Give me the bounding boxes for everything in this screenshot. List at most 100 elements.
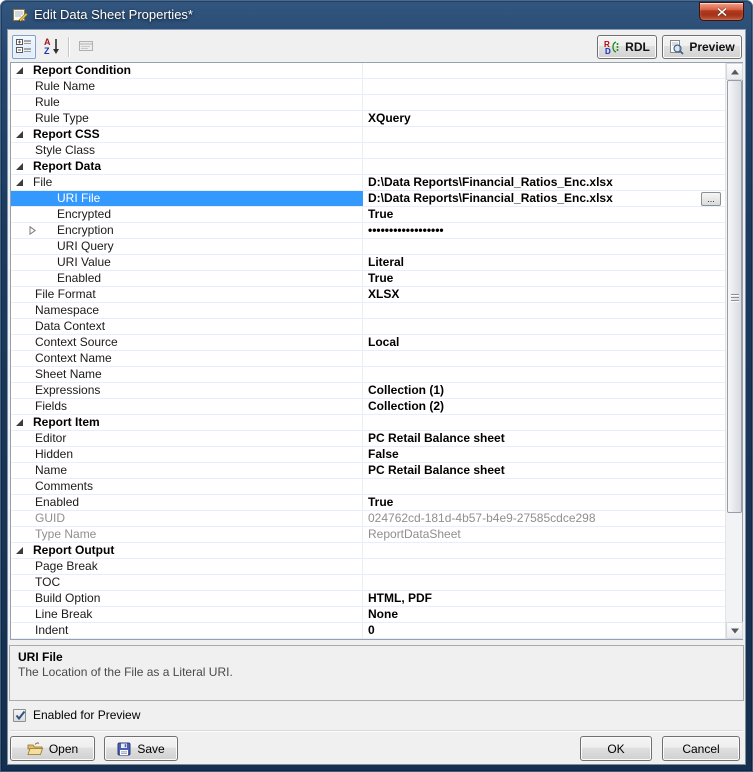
save-button[interactable]: Save xyxy=(104,736,178,761)
property-value-cell[interactable] xyxy=(364,559,725,574)
property-row-file[interactable]: FileD:\Data Reports\Financial_Ratios_Enc… xyxy=(11,175,725,191)
property-value-cell[interactable] xyxy=(364,95,725,110)
expander-expanded-icon[interactable] xyxy=(15,546,24,555)
property-value-cell[interactable]: Collection (2) xyxy=(364,399,725,414)
property-name-cell[interactable]: Indent xyxy=(11,623,363,638)
property-value-cell[interactable] xyxy=(364,303,725,318)
vertical-scrollbar[interactable] xyxy=(725,63,742,639)
property-name-cell[interactable]: Report Output xyxy=(11,543,363,558)
expander-expanded-icon[interactable] xyxy=(15,178,24,187)
property-name-cell[interactable]: Rule Name xyxy=(11,79,363,94)
property-value-cell[interactable]: Collection (1) xyxy=(364,383,725,398)
category-row-report-output[interactable]: Report Output xyxy=(11,543,725,559)
property-row-comments[interactable]: Comments xyxy=(11,479,725,495)
property-name-cell[interactable]: Type Name xyxy=(11,527,363,542)
preview-button[interactable]: Preview xyxy=(662,35,742,59)
property-row-fields[interactable]: FieldsCollection (2) xyxy=(11,399,725,415)
property-row-line-break[interactable]: Line BreakNone xyxy=(11,607,725,623)
property-value-cell[interactable]: True xyxy=(364,271,725,286)
property-name-cell[interactable]: Editor xyxy=(11,431,363,446)
property-name-cell[interactable]: Rule xyxy=(11,95,363,110)
property-value-cell[interactable] xyxy=(364,239,725,254)
property-row-file-format[interactable]: File FormatXLSX xyxy=(11,287,725,303)
property-name-cell[interactable]: Report Item xyxy=(11,415,363,430)
property-row-type-name[interactable]: Type NameReportDataSheet xyxy=(11,527,725,543)
property-row-rule-name[interactable]: Rule Name xyxy=(11,79,725,95)
title-bar[interactable]: Edit Data Sheet Properties* xyxy=(0,0,753,30)
property-row-page-break[interactable]: Page Break xyxy=(11,559,725,575)
property-name-cell[interactable]: File xyxy=(11,175,363,190)
property-row-uri-file[interactable]: URI FileD:\Data Reports\Financial_Ratios… xyxy=(11,191,725,207)
property-row-rule[interactable]: Rule xyxy=(11,95,725,111)
property-row-name[interactable]: NamePC Retail Balance sheet xyxy=(11,463,725,479)
sort-alphabetical-button[interactable]: A Z xyxy=(40,35,64,59)
property-name-cell[interactable]: Build Option xyxy=(11,591,363,606)
property-name-cell[interactable]: Style Class xyxy=(11,143,363,158)
browse-button[interactable]: ... xyxy=(701,192,721,206)
property-row-toc[interactable]: TOC xyxy=(11,575,725,591)
property-value-cell[interactable] xyxy=(364,367,725,382)
property-value-cell[interactable]: D:\Data Reports\Financial_Ratios_Enc.xls… xyxy=(364,191,725,206)
property-value-cell[interactable]: 0 xyxy=(364,623,725,638)
enabled-for-preview-checkbox[interactable] xyxy=(13,709,26,722)
expander-expanded-icon[interactable] xyxy=(15,130,24,139)
category-row-report-item[interactable]: Report Item xyxy=(11,415,725,431)
property-value-cell[interactable]: XQuery xyxy=(364,111,725,126)
category-row-report-condition[interactable]: Report Condition xyxy=(11,63,725,79)
property-name-cell[interactable]: Page Break xyxy=(11,559,363,574)
property-name-cell[interactable]: Namespace xyxy=(11,303,363,318)
property-value-cell[interactable] xyxy=(364,415,725,430)
property-row-enabled[interactable]: EnabledTrue xyxy=(11,495,725,511)
property-row-sheet-name[interactable]: Sheet Name xyxy=(11,367,725,383)
property-name-cell[interactable]: Report Condition xyxy=(11,63,363,78)
property-value-cell[interactable]: D:\Data Reports\Financial_Ratios_Enc.xls… xyxy=(364,175,725,190)
property-row-guid[interactable]: GUID024762cd-181d-4b57-b4e9-27585cdce298 xyxy=(11,511,725,527)
property-name-cell[interactable]: File Format xyxy=(11,287,363,302)
property-row-build-option[interactable]: Build OptionHTML, PDF xyxy=(11,591,725,607)
open-button[interactable]: Open xyxy=(10,736,95,761)
ok-button[interactable]: OK xyxy=(580,736,652,761)
property-name-cell[interactable]: GUID xyxy=(11,511,363,526)
property-value-cell[interactable] xyxy=(364,319,725,334)
property-name-cell[interactable]: Encrypted xyxy=(11,207,363,222)
property-value-cell[interactable] xyxy=(364,143,725,158)
property-name-cell[interactable]: URI Query xyxy=(11,239,363,254)
property-row-uri-query[interactable]: URI Query xyxy=(11,239,725,255)
category-row-report-data[interactable]: Report Data xyxy=(11,159,725,175)
property-value-cell[interactable]: HTML, PDF xyxy=(364,591,725,606)
property-value-cell[interactable] xyxy=(364,479,725,494)
expander-expanded-icon[interactable] xyxy=(15,418,24,427)
property-row-style-class[interactable]: Style Class xyxy=(11,143,725,159)
property-value-cell[interactable] xyxy=(364,543,725,558)
property-name-cell[interactable]: Enabled xyxy=(11,271,363,286)
property-name-cell[interactable]: Hidden xyxy=(11,447,363,462)
property-row-encryption[interactable]: Encryption•••••••••••••••••• xyxy=(11,223,725,239)
property-value-cell[interactable]: ReportDataSheet xyxy=(364,527,725,542)
close-button[interactable] xyxy=(699,2,744,21)
property-name-cell[interactable]: Sheet Name xyxy=(11,367,363,382)
property-value-cell[interactable]: XLSX xyxy=(364,287,725,302)
property-name-cell[interactable]: Line Break xyxy=(11,607,363,622)
property-name-cell[interactable]: Report Data xyxy=(11,159,363,174)
property-value-cell[interactable] xyxy=(364,575,725,590)
property-value-cell[interactable]: False xyxy=(364,447,725,462)
property-name-cell[interactable]: TOC xyxy=(11,575,363,590)
categorized-view-button[interactable] xyxy=(12,35,36,59)
property-value-cell[interactable]: True xyxy=(364,495,725,510)
property-row-hidden[interactable]: HiddenFalse xyxy=(11,447,725,463)
property-value-cell[interactable]: PC Retail Balance sheet xyxy=(364,431,725,446)
property-name-cell[interactable]: URI Value xyxy=(11,255,363,270)
property-row-rule-type[interactable]: Rule TypeXQuery xyxy=(11,111,725,127)
scroll-up-button[interactable] xyxy=(726,63,743,80)
scroll-down-button[interactable] xyxy=(726,622,743,639)
property-name-cell[interactable]: Name xyxy=(11,463,363,478)
property-name-cell[interactable]: Data Context xyxy=(11,319,363,334)
property-value-cell[interactable]: True xyxy=(364,207,725,222)
property-value-cell[interactable]: 024762cd-181d-4b57-b4e9-27585cdce298 xyxy=(364,511,725,526)
property-row-expressions[interactable]: ExpressionsCollection (1) xyxy=(11,383,725,399)
property-name-cell[interactable]: Fields xyxy=(11,399,363,414)
property-name-cell[interactable]: Expressions xyxy=(11,383,363,398)
property-row-namespace[interactable]: Namespace xyxy=(11,303,725,319)
expander-collapsed-icon[interactable] xyxy=(28,226,37,235)
property-value-cell[interactable] xyxy=(364,79,725,94)
